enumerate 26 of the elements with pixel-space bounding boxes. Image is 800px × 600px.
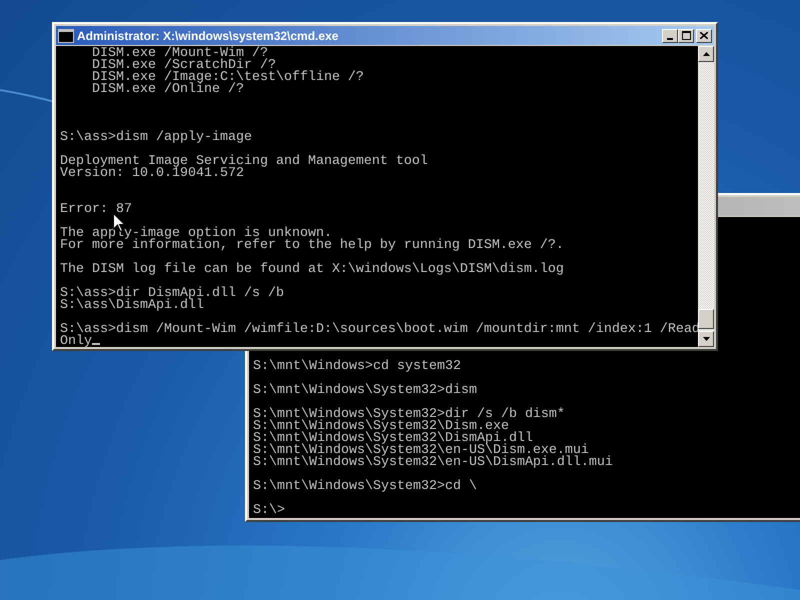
scroll-up-button[interactable] [698, 46, 714, 62]
close-button[interactable] [696, 28, 712, 42]
console-line: Version: 10.0.19041.572 [60, 166, 244, 181]
console-line: The DISM log file can be found at X:\windows\Logs\DISM\dism.log [60, 262, 564, 277]
scroll-down-button[interactable] [698, 331, 714, 347]
maximize-icon [682, 31, 690, 40]
console-line: DISM.exe /Online /? [90, 82, 244, 97]
up-arrow-icon [702, 52, 710, 56]
console-line: S:\mnt\Windows\System32>dism [253, 383, 477, 398]
minimize-icon [667, 38, 673, 40]
down-arrow-icon [702, 337, 710, 341]
console-line: For more information, refer to the help by running DISM.exe /?. [60, 238, 564, 253]
console-line: S:\mnt\Windows\System32>cd \ [253, 479, 477, 494]
console-line: S:\mnt\Windows\System32\en-US\DismApi.dll.mui [253, 455, 613, 470]
console-app-icon [58, 28, 74, 42]
minimize-button[interactable] [662, 28, 678, 42]
console-line: Error: 87 [60, 202, 132, 217]
console-line: S:\ass>dism /apply-image [60, 130, 252, 145]
console-line: S:\> [253, 503, 285, 518]
scrollbar[interactable] [698, 46, 714, 347]
scrollbar-thumb[interactable] [698, 309, 714, 329]
close-icon [700, 32, 708, 39]
window-title: Administrator: X:\windows\system32\cmd.exe [77, 28, 340, 42]
maximize-button[interactable] [678, 28, 694, 42]
console-line: S:\ass\DismApi.dll [60, 298, 204, 313]
console-line: S:\mnt\Windows>cd system32 [253, 359, 461, 374]
